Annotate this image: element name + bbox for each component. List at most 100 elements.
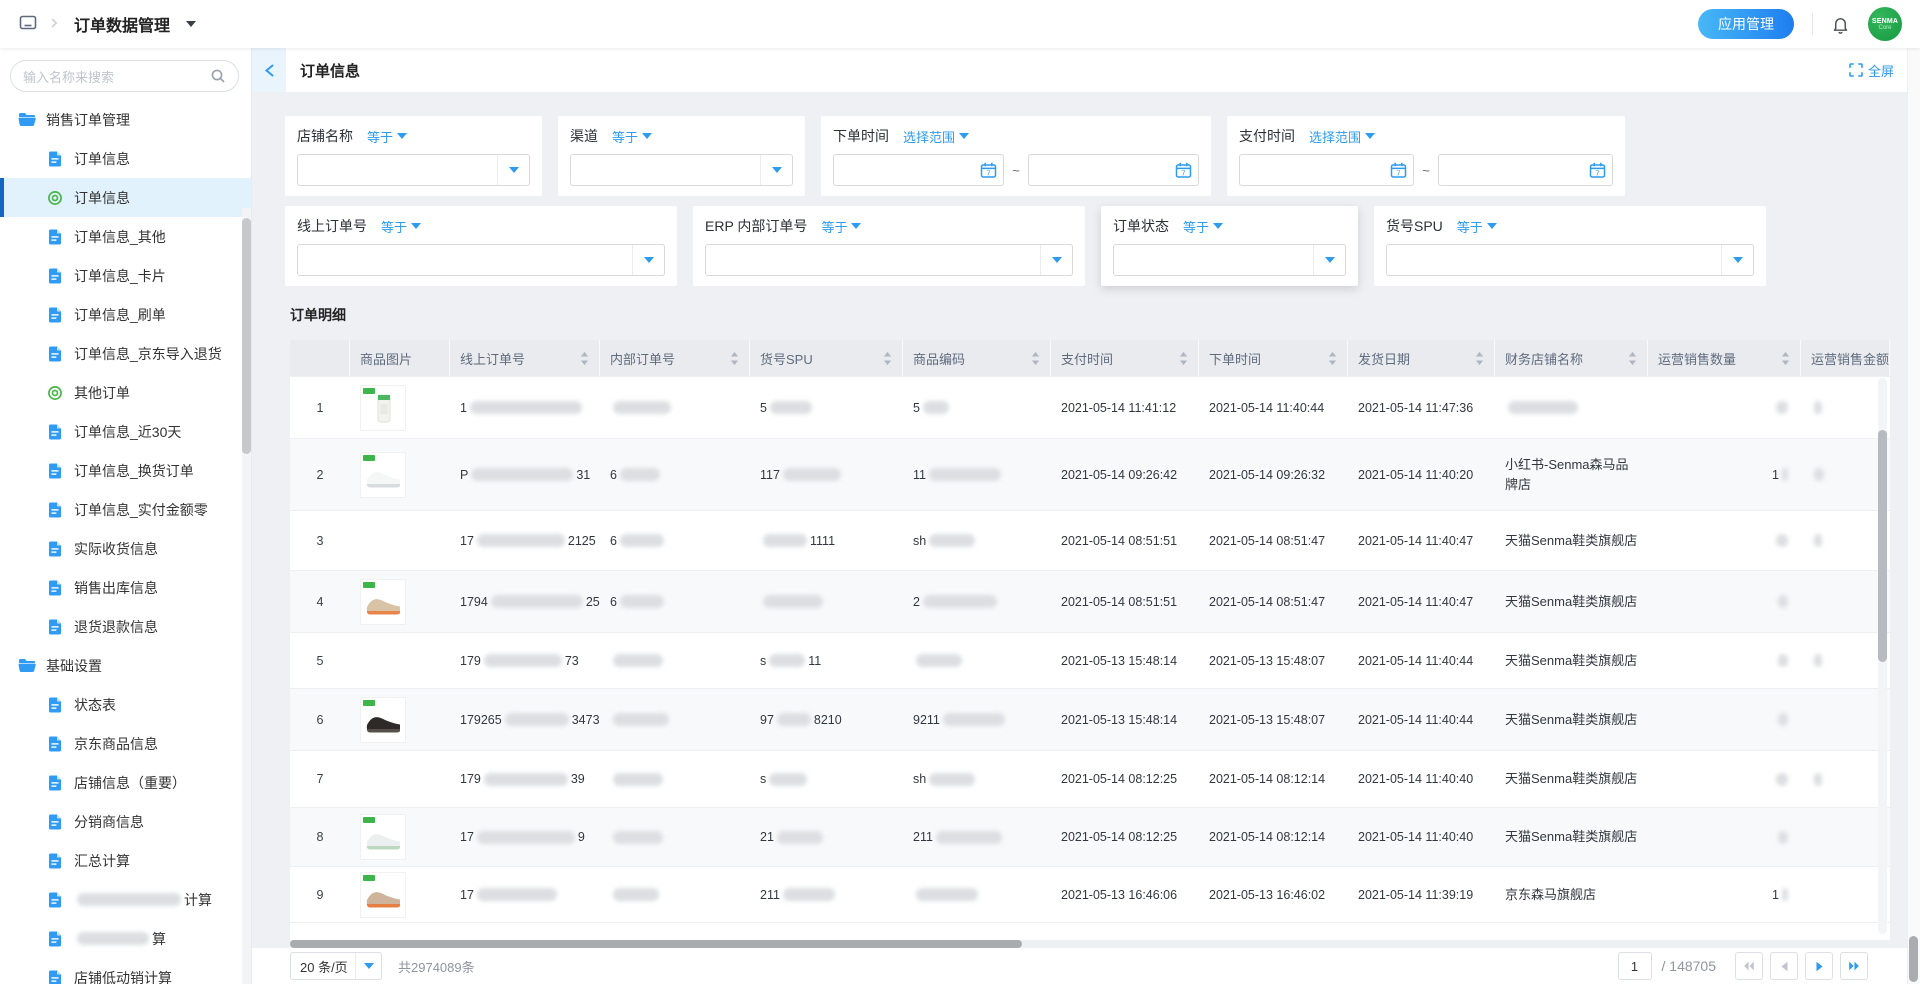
prev-page-button[interactable] xyxy=(1770,952,1798,980)
filter-label: 店铺名称 xyxy=(297,126,353,146)
doc-icon xyxy=(46,892,64,908)
filter-operator-dropdown[interactable]: 等于 xyxy=(381,217,421,236)
table-row[interactable]: 6179265347397821092112021-05-13 15:48:14… xyxy=(290,688,1890,750)
horizontal-scrollbar-thumb[interactable] xyxy=(290,940,1022,948)
row-number: 7 xyxy=(290,751,350,807)
column-header-sortable[interactable]: 内部订单号 xyxy=(600,340,750,376)
sidebar-item[interactable]: 其他订单 xyxy=(0,373,251,412)
filter-select[interactable] xyxy=(705,244,1073,276)
column-label: 支付时间 xyxy=(1061,349,1113,368)
sidebar-item[interactable]: 京东商品信息 xyxy=(0,724,251,763)
first-page-button[interactable] xyxy=(1735,952,1763,980)
filter-operator-dropdown[interactable]: 等于 xyxy=(612,127,652,146)
filter-select[interactable] xyxy=(1386,244,1754,276)
product-code: 5 xyxy=(903,377,1051,438)
fullscreen-button[interactable]: 全屏 xyxy=(1849,61,1894,80)
filter-operator-dropdown[interactable]: 选择范围 xyxy=(903,127,969,146)
sort-icon xyxy=(883,351,892,366)
sidebar-item[interactable]: 订单信息_换货订单 xyxy=(0,451,251,490)
table-row[interactable]: 517973s112021-05-13 15:48:142021-05-13 1… xyxy=(290,632,1890,688)
table-row[interactable]: 11552021-05-14 11:41:122021-05-14 11:40:… xyxy=(290,376,1890,438)
page-scrollbar-thumb[interactable] xyxy=(1909,936,1918,982)
filter-operator-dropdown[interactable]: 选择范围 xyxy=(1309,127,1375,146)
sidebar-item-label: 计算 xyxy=(74,890,212,910)
column-header-sortable[interactable]: 下单时间 xyxy=(1199,340,1348,376)
sidebar-item[interactable]: 退货退款信息 xyxy=(0,607,251,646)
filter-operator-dropdown[interactable]: 等于 xyxy=(1183,217,1223,236)
sidebar-search-input[interactable]: 输入名称来搜索 xyxy=(10,60,239,92)
filter-operator-dropdown[interactable]: 等于 xyxy=(367,127,407,146)
next-page-button[interactable] xyxy=(1805,952,1833,980)
horizontal-scrollbar xyxy=(290,940,1890,948)
sidebar-item[interactable]: 汇总计算 xyxy=(0,841,251,880)
svg-text:7: 7 xyxy=(1397,168,1401,177)
sidebar-item[interactable]: 订单信息_京东导入退货 xyxy=(0,334,251,373)
pay-time: 2021-05-13 16:46:06 xyxy=(1051,867,1199,922)
pay-time: 2021-05-13 15:48:14 xyxy=(1051,633,1199,688)
filter-select[interactable] xyxy=(297,244,665,276)
date-start-input[interactable]: 7 xyxy=(1239,154,1414,186)
column-header-sortable[interactable]: 支付时间 xyxy=(1051,340,1199,376)
search-icon xyxy=(210,68,226,84)
filter-select[interactable] xyxy=(1113,244,1346,276)
sidebar-item[interactable]: 基础设置 xyxy=(0,646,251,685)
title-caret-down-icon[interactable] xyxy=(186,21,196,27)
sidebar-item[interactable]: 店铺低动销计算 xyxy=(0,958,251,984)
sidebar-item[interactable]: 状态表 xyxy=(0,685,251,724)
page-size-select[interactable]: 20 条/页 xyxy=(290,952,382,980)
sidebar-item[interactable]: 销售出库信息 xyxy=(0,568,251,607)
column-header-sortable[interactable]: 商品编码 xyxy=(903,340,1051,376)
sidebar-item[interactable]: 销售订单管理 xyxy=(0,100,251,139)
target-icon xyxy=(46,385,64,401)
sidebar-item[interactable]: 算 xyxy=(0,919,251,958)
table-row[interactable]: 717939ssh2021-05-14 08:12:252021-05-14 0… xyxy=(290,750,1890,807)
table-row[interactable]: 4179425622021-05-14 08:51:512021-05-14 0… xyxy=(290,570,1890,632)
table-row[interactable]: 2P316117112021-05-14 09:26:422021-05-14 … xyxy=(290,438,1890,510)
calendar-icon: 7 xyxy=(1174,161,1193,183)
filter-operator-dropdown[interactable]: 等于 xyxy=(821,217,861,236)
spu: 211 xyxy=(750,867,903,922)
filter-select[interactable] xyxy=(570,154,793,186)
date-end-input[interactable]: 7 xyxy=(1438,154,1613,186)
bell-icon[interactable] xyxy=(1831,15,1850,34)
date-start-input[interactable]: 7 xyxy=(833,154,1004,186)
table-row[interactable]: 317212561111sh2021-05-14 08:51:512021-05… xyxy=(290,510,1890,570)
sidebar-item[interactable]: 订单信息_实付金额零 xyxy=(0,490,251,529)
sidebar-item[interactable]: 店铺信息（重要） xyxy=(0,763,251,802)
column-header-sortable[interactable]: 货号SPU xyxy=(750,340,903,376)
calendar-icon: 7 xyxy=(1588,161,1607,183)
sidebar-item[interactable]: 订单信息_其他 xyxy=(0,217,251,256)
date-end-input[interactable]: 7 xyxy=(1028,154,1199,186)
table-scrollbar-thumb[interactable] xyxy=(1878,430,1887,662)
search-placeholder: 输入名称来搜索 xyxy=(23,67,114,86)
table-row[interactable]: 8179212112021-05-14 08:12:252021-05-14 0… xyxy=(290,807,1890,866)
doc-icon xyxy=(46,346,64,362)
column-header-sortable[interactable]: 财务店铺名称 xyxy=(1495,340,1648,376)
internal-order-no: 6 xyxy=(600,439,750,510)
sidebar-item[interactable]: 实际收货信息 xyxy=(0,529,251,568)
table-row[interactable]: 9172112021-05-13 16:46:062021-05-13 16:4… xyxy=(290,866,1890,922)
fullscreen-icon xyxy=(1849,63,1863,77)
page-number-input[interactable] xyxy=(1618,952,1652,980)
last-page-button[interactable] xyxy=(1840,952,1868,980)
avatar[interactable]: SENMA Core xyxy=(1868,7,1902,41)
sidebar-item[interactable]: 订单信息_刷单 xyxy=(0,295,251,334)
app-title[interactable]: 订单数据管理 xyxy=(74,12,170,36)
row-number: 3 xyxy=(290,511,350,570)
sidebar-scrollbar-thumb[interactable] xyxy=(242,218,251,454)
sidebar-item[interactable]: 订单信息 xyxy=(0,178,251,217)
app-manage-button[interactable]: 应用管理 xyxy=(1698,9,1794,39)
sidebar-item[interactable]: 计算 xyxy=(0,880,251,919)
column-header-sortable[interactable]: 发货日期 xyxy=(1348,340,1495,376)
collapse-back-button[interactable] xyxy=(252,48,286,92)
sidebar-item[interactable]: 分销商信息 xyxy=(0,802,251,841)
sidebar-item[interactable]: 订单信息_卡片 xyxy=(0,256,251,295)
filter-operator-dropdown[interactable]: 等于 xyxy=(1457,217,1497,236)
sales-qty xyxy=(1648,689,1801,750)
filter-select[interactable] xyxy=(297,154,530,186)
window-icon[interactable] xyxy=(18,13,38,36)
sidebar-item[interactable]: 订单信息 xyxy=(0,139,251,178)
column-header-sortable[interactable]: 线上订单号 xyxy=(450,340,600,376)
column-header-sortable[interactable]: 运营销售数量 xyxy=(1648,340,1801,376)
sidebar-item[interactable]: 订单信息_近30天 xyxy=(0,412,251,451)
